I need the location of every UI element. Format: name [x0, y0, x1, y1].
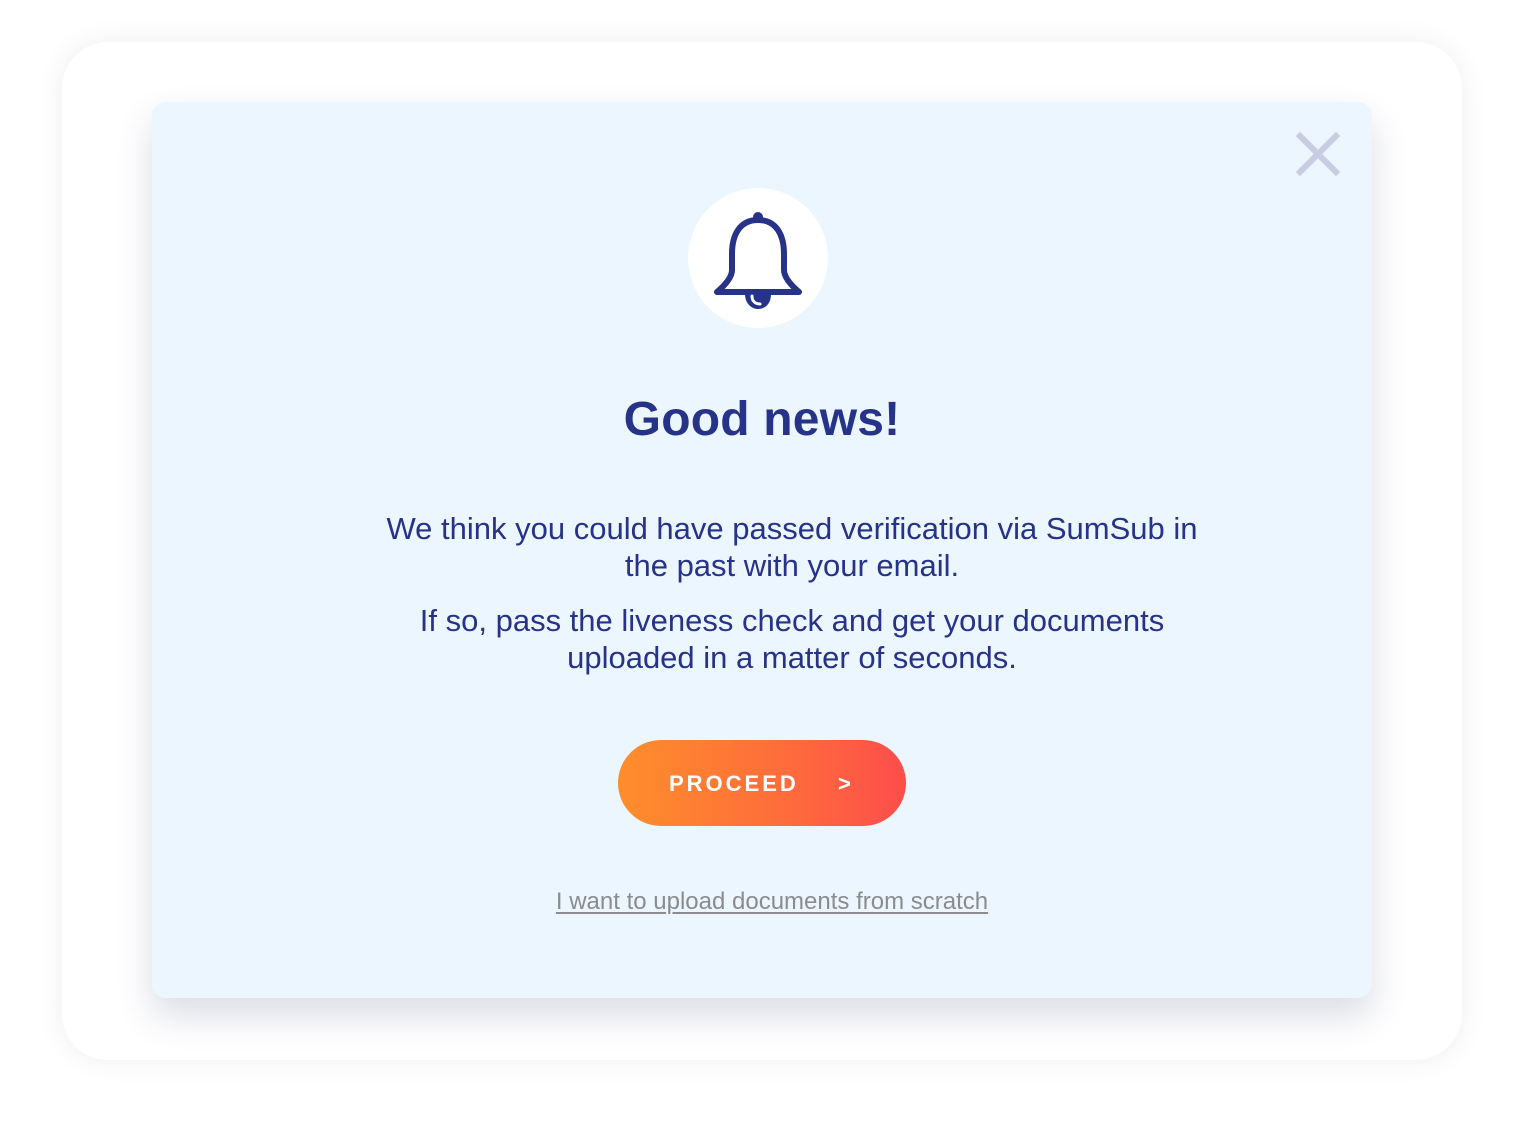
info-paragraph-2-line-1: If so, pass the liveness check and get y… — [419, 603, 1165, 638]
close-button[interactable] — [1294, 130, 1342, 178]
chevron-right-icon: > — [838, 771, 851, 796]
info-paragraph-1-line-1: We think you could have passed verificat… — [386, 511, 1198, 546]
info-paragraph-1: We think you could have passed verificat… — [152, 510, 1432, 584]
info-paragraph-1-line-2: the past with your email. — [624, 548, 960, 583]
bell-badge — [688, 188, 828, 328]
close-icon — [1295, 131, 1341, 177]
info-paragraph-2-line-2: uploaded in a matter of seconds. — [567, 640, 1017, 675]
proceed-button[interactable]: PROCEED > — [618, 740, 906, 826]
notification-modal: Good news! We think you could have passe… — [152, 102, 1372, 998]
proceed-button-label: PROCEED — [669, 771, 799, 796]
info-paragraph-2: If so, pass the liveness check and get y… — [152, 602, 1432, 676]
upload-from-scratch-link[interactable]: I want to upload documents from scratch — [152, 888, 1392, 916]
bell-icon — [714, 212, 802, 309]
modal-title: Good news! — [623, 393, 901, 446]
